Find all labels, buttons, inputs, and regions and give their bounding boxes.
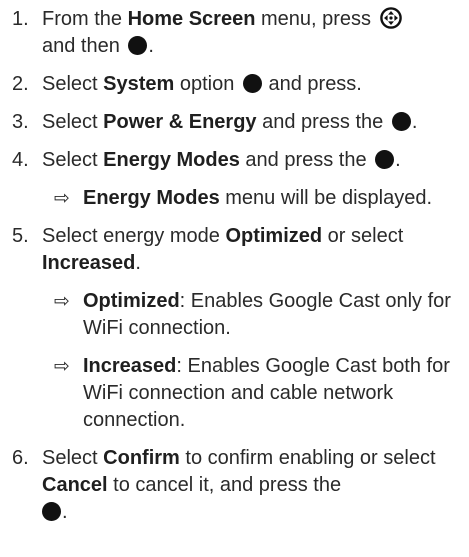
- step-1: 1. From the Home Screen menu, press and …: [0, 6, 469, 60]
- step-number: 4.: [12, 149, 29, 171]
- step-text: .: [148, 35, 154, 57]
- step-3: 3. Select Power & Energy and press the .: [0, 109, 469, 136]
- step-4-result: ⇨ Energy Modes menu will be displayed.: [0, 185, 469, 212]
- menu-name-system: System: [103, 73, 175, 95]
- ok-button-icon: [242, 74, 262, 93]
- step-number: 6.: [12, 447, 29, 469]
- step-6: 6. Select Confirm to confirm enabling or…: [0, 445, 469, 526]
- step-text: and then: [42, 35, 126, 57]
- result-arrow-icon: ⇨: [54, 291, 70, 312]
- step-text: or select: [322, 225, 404, 247]
- step-text: Select: [42, 111, 104, 133]
- result-menu-name: Energy Modes: [83, 187, 220, 209]
- step-5-result-increased: ⇨ Increased: Enables Google Cast both fo…: [0, 353, 469, 434]
- result-text: menu will be displayed.: [219, 187, 433, 209]
- step-text: Select: [42, 447, 104, 469]
- result-arrow-icon: ⇨: [54, 188, 70, 209]
- step-text: .: [395, 149, 401, 171]
- step-number: 2.: [12, 73, 29, 95]
- result-arrow-icon: ⇨: [54, 356, 70, 377]
- step-text: Select: [42, 149, 104, 171]
- option-increased: Increased: [42, 252, 136, 274]
- step-text: .: [135, 252, 141, 274]
- step-4: 4. Select Energy Modes and press the .: [0, 147, 469, 174]
- step-text: option: [174, 73, 240, 95]
- step-text: From the: [42, 8, 128, 30]
- step-text: .: [62, 501, 68, 523]
- step-text: and press the: [239, 149, 373, 171]
- step-text: and press.: [262, 73, 362, 95]
- instructions-document: 1. From the Home Screen menu, press and …: [0, 0, 469, 557]
- ok-button-icon: [375, 150, 395, 169]
- step-5: 5. Select energy mode Optimized or selec…: [0, 223, 469, 277]
- menu-name-home-screen: Home Screen: [127, 8, 256, 30]
- menu-name-energy-modes: Energy Modes: [103, 149, 240, 171]
- step-2: 2. Select System option and press.: [0, 71, 469, 98]
- step-number: 1.: [12, 8, 29, 30]
- step-text: .: [411, 111, 418, 133]
- step-text: to cancel it, and press the: [107, 474, 342, 496]
- option-confirm: Confirm: [103, 447, 180, 469]
- step-text: Select energy mode: [42, 225, 226, 247]
- step-5-result-optimized: ⇨ Optimized: Enables Google Cast only fo…: [0, 288, 469, 342]
- menu-name-power-energy: Power & Energy: [103, 111, 257, 133]
- step-number: 5.: [12, 225, 29, 247]
- step-text: to confirm enabling or select: [179, 447, 436, 469]
- step-text: Select: [42, 73, 104, 95]
- ok-button-icon: [42, 502, 61, 521]
- option-optimized: Optimized: [225, 225, 323, 247]
- step-text: and press the: [256, 111, 389, 133]
- option-cancel: Cancel: [42, 474, 108, 496]
- ok-button-icon: [391, 112, 411, 131]
- navigation-pad-icon: [379, 7, 402, 29]
- result-option-name: Optimized: [83, 290, 180, 312]
- step-text: menu, press: [255, 8, 377, 30]
- result-option-name: Increased: [83, 355, 177, 377]
- step-number: 3.: [12, 111, 29, 133]
- ok-button-icon: [128, 36, 148, 55]
